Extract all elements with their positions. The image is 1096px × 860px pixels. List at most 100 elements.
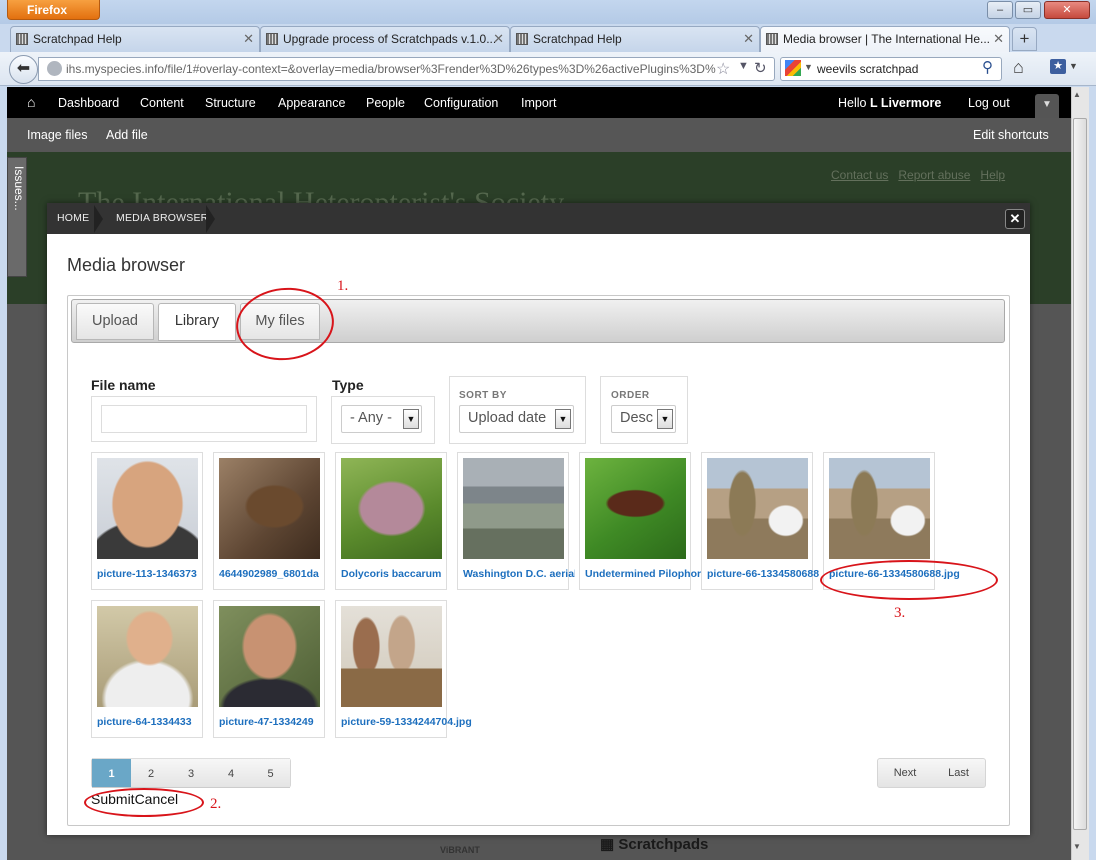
report-abuse-link[interactable]: Report abuse [898,168,970,182]
close-tab-icon[interactable]: ✕ [743,31,754,47]
shortcuts-toggle-icon[interactable]: ▼ [1035,94,1059,118]
breadcrumb-media-browser[interactable]: MEDIA BROWSER [116,212,208,224]
pager-last[interactable]: Last [932,758,985,788]
shortcut-image-files[interactable]: Image files [27,128,87,142]
contact-link[interactable]: Contact us [831,168,888,182]
toolbar-item-content[interactable]: Content [140,96,184,110]
pager-page[interactable]: 5 [251,758,290,788]
thumbnail-image [219,606,320,707]
vibrant-logo: ViBRANT [440,845,480,855]
tab-label: Scratchpad Help [533,32,622,46]
close-tab-icon[interactable]: ✕ [493,31,504,47]
maximize-icon[interactable]: ▭ [1015,1,1041,19]
media-caption[interactable]: picture-47-1334249 [219,716,325,728]
home-icon[interactable]: ⌂ [27,94,35,110]
pager-page[interactable]: 4 [211,758,251,788]
reload-icon[interactable]: ↻ [754,59,767,77]
search-input[interactable]: weevils scratchpad [817,62,918,76]
annotation-circle-submit [84,788,204,817]
media-item[interactable]: picture-113-1346373 [91,452,203,590]
toolbar-item-import[interactable]: Import [521,96,556,110]
thumbnail-image [97,606,198,707]
pager-next[interactable]: Next [878,758,932,788]
toolbar-item-configuration[interactable]: Configuration [424,96,498,110]
breadcrumb-separator [206,205,215,233]
url-text[interactable]: ihs.myspecies.info/file/1#overlay-contex… [66,62,716,76]
toolbar-item-structure[interactable]: Structure [205,96,256,110]
media-item[interactable]: picture-59-1334244704.jpg [335,600,472,738]
media-caption[interactable]: Washington D.C. aerial [463,568,575,580]
close-tab-icon[interactable]: ✕ [993,31,1004,47]
username[interactable]: L Livermore [870,96,941,110]
media-caption[interactable]: picture-66-1334580688.jpg [707,568,819,580]
type-select[interactable]: - Any - ▼ [341,405,422,433]
new-tab-button[interactable]: + [1012,27,1037,51]
toolbar-item-people[interactable]: People [366,96,405,110]
scroll-up-icon[interactable]: ▲ [1073,90,1081,99]
logout-link[interactable]: Log out [968,96,1010,110]
thumbnail-image [707,458,808,559]
close-window-icon[interactable]: ✕ [1044,1,1090,19]
pager-page[interactable]: 2 [131,758,171,788]
thumbnail-image [341,458,442,559]
pager-page[interactable]: 1 [92,758,131,788]
thumbnail-image [97,458,198,559]
media-caption[interactable]: picture-59-1334244704.jpg [341,716,472,728]
browser-tab[interactable]: Scratchpad Help ✕ [10,26,260,52]
media-item[interactable]: Dolycoris baccarum [335,452,447,590]
globe-icon [47,61,62,76]
media-item[interactable]: Washington D.C. aerial [457,452,575,590]
media-item[interactable]: picture-47-1334249 [213,600,325,738]
search-icon[interactable]: ⚲ [982,58,993,76]
home-icon[interactable]: ⌂ [1013,57,1024,78]
pager-page[interactable]: 3 [171,758,211,788]
browser-tab[interactable]: Upgrade process of Scratchpads v.1.0... ✕ [260,26,510,52]
close-tab-icon[interactable]: ✕ [243,31,254,47]
bookmark-star-icon[interactable]: ☆ [716,59,730,79]
bookmarks-icon[interactable]: ★ [1050,59,1066,74]
breadcrumb-home[interactable]: HOME [57,212,89,224]
thumbnail-image [829,458,930,559]
firefox-menu-button[interactable]: Firefox [7,0,100,20]
annotation-circle-filename [820,560,998,600]
favicon-icon [766,33,778,45]
browser-tab[interactable]: Scratchpad Help ✕ [510,26,760,52]
search-engine-dropdown-icon[interactable]: ▼ [804,62,813,72]
tab-label: Media browser | The International He... [783,32,990,46]
media-item[interactable]: 4644902989_6801da [213,452,325,590]
minimize-icon[interactable]: – [987,1,1013,19]
close-dialog-icon[interactable]: ✕ [1005,209,1025,229]
order-select[interactable]: Desc ▼ [611,405,676,433]
browser-tab-active[interactable]: Media browser | The International He... ✕ [760,26,1010,52]
back-arrow-icon[interactable]: ⬅ [9,55,38,84]
media-caption[interactable]: picture-113-1346373 [97,568,198,580]
issues-tab[interactable]: Issues... [7,157,27,277]
shortcuts-bar [7,118,1071,152]
bookmarks-dropdown-icon[interactable]: ▼ [1069,61,1078,71]
file-name-input[interactable] [101,405,307,433]
media-caption[interactable]: Undetermined Pilophorus [585,568,703,580]
scroll-down-icon[interactable]: ▼ [1073,842,1081,851]
google-icon[interactable] [785,60,801,76]
media-caption[interactable]: Dolycoris baccarum [341,568,459,580]
history-dropdown-icon[interactable]: ▼ [738,60,749,72]
media-item[interactable]: Undetermined Pilophorus [579,452,703,590]
sort-by-select[interactable]: Upload date ▼ [459,405,574,433]
media-caption[interactable]: picture-64-1334433 [97,716,203,728]
toolbar-item-dashboard[interactable]: Dashboard [58,96,119,110]
tab-library[interactable]: Library [158,303,236,341]
type-label: Type [332,377,364,393]
tab-upload[interactable]: Upload [76,303,154,340]
thumbnail-image [463,458,564,559]
favicon-icon [16,33,28,45]
toolbar-item-appearance[interactable]: Appearance [278,96,345,110]
favicon-icon [266,33,278,45]
help-link[interactable]: Help [980,168,1005,182]
edit-shortcuts-link[interactable]: Edit shortcuts [973,128,1049,142]
media-item[interactable]: picture-64-1334433 [91,600,203,738]
shortcut-add-file[interactable]: Add file [106,128,148,142]
media-caption[interactable]: 4644902989_6801da [219,568,320,580]
user-greeting: Hello L Livermore [838,96,942,110]
scrollbar-thumb[interactable] [1073,118,1087,830]
media-item[interactable]: picture-66-1334580688.jpg [701,452,819,590]
